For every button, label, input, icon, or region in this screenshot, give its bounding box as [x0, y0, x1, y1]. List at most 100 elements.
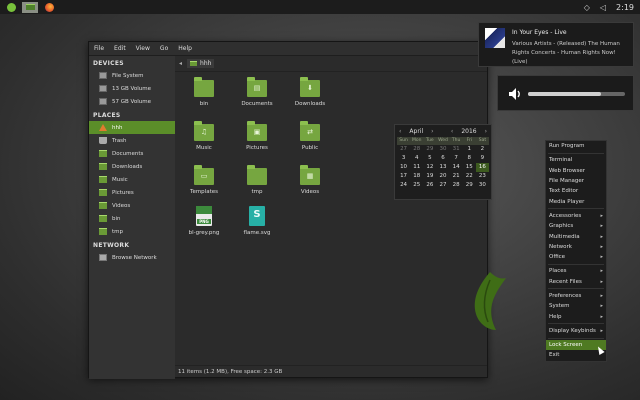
- sidebar-item-trash[interactable]: Trash: [89, 134, 175, 147]
- calendar-day[interactable]: 18: [410, 172, 423, 181]
- menu-view[interactable]: View: [136, 45, 150, 52]
- menu-item-multimedia[interactable]: Multimedia ▸: [546, 231, 606, 241]
- calendar-day[interactable]: 19: [423, 172, 436, 181]
- calendar-day[interactable]: 14: [450, 163, 463, 172]
- calendar-day[interactable]: 29: [463, 181, 476, 190]
- calendar-day[interactable]: 30: [476, 181, 489, 190]
- sidebar-item-bin[interactable]: bin: [89, 212, 175, 225]
- menu-item-network[interactable]: Network ▸: [546, 242, 606, 252]
- menu-item-web-browser[interactable]: Web Browser: [546, 166, 606, 176]
- clock[interactable]: 2:19: [616, 3, 634, 12]
- calendar-day[interactable]: 28: [450, 181, 463, 190]
- calendar-day[interactable]: 26: [423, 181, 436, 190]
- file-item-videos[interactable]: ▦ Videos: [287, 165, 333, 195]
- file-item-tmp[interactable]: tmp: [234, 165, 280, 195]
- next-month-icon[interactable]: ›: [431, 128, 433, 135]
- prev-month-icon[interactable]: ‹: [399, 128, 401, 135]
- file-item-flame-svg[interactable]: Sflame.svg: [234, 206, 280, 236]
- file-manager-launcher[interactable]: [22, 1, 38, 13]
- menu-go[interactable]: Go: [160, 45, 168, 52]
- menu-item-label: Terminal: [549, 157, 573, 164]
- calendar-day[interactable]: 15: [463, 163, 476, 172]
- next-year-icon[interactable]: ›: [485, 128, 487, 135]
- speaker-icon: [509, 88, 520, 100]
- file-item-music[interactable]: ♫ Music: [181, 121, 227, 151]
- calendar-day[interactable]: 25: [410, 181, 423, 190]
- file-item-templates[interactable]: ▭ Templates: [181, 165, 227, 195]
- menu-item-accessories[interactable]: Accessories ▸: [546, 211, 606, 221]
- menu-item-terminal[interactable]: Terminal: [546, 155, 606, 165]
- sidebar-item-pictures[interactable]: Pictures: [89, 186, 175, 199]
- calendar-day[interactable]: 13: [436, 163, 449, 172]
- calendar-day[interactable]: 3: [397, 154, 410, 163]
- calendar-day[interactable]: 24: [397, 181, 410, 190]
- file-item-documents[interactable]: ▤ Documents: [234, 77, 280, 107]
- sidebar-item-browse-network[interactable]: Browse Network: [89, 251, 175, 264]
- sidebar-item-documents[interactable]: Documents: [89, 147, 175, 160]
- calendar-day[interactable]: 6: [436, 154, 449, 163]
- calendar-day[interactable]: 9: [476, 154, 489, 163]
- calendar-day[interactable]: 7: [450, 154, 463, 163]
- menu-item-run-program[interactable]: Run Program: [546, 141, 606, 151]
- calendar-day[interactable]: 28: [410, 145, 423, 154]
- firefox-launcher[interactable]: [42, 2, 56, 13]
- calendar-day[interactable]: 29: [423, 145, 436, 154]
- path-bar: ◂ hhh: [175, 56, 487, 72]
- menu-item-preferences[interactable]: Preferences ▸: [546, 291, 606, 301]
- file-item-bl-grey-png[interactable]: PNG bl-grey.png: [181, 206, 227, 236]
- file-item-pictures[interactable]: ▣ Pictures: [234, 121, 280, 151]
- calendar-day[interactable]: 17: [397, 172, 410, 181]
- menu-edit[interactable]: Edit: [114, 45, 126, 52]
- calendar-day[interactable]: 4: [410, 154, 423, 163]
- calendar-day[interactable]: 30: [436, 145, 449, 154]
- menu-item-graphics[interactable]: Graphics ▸: [546, 221, 606, 231]
- calendar-day[interactable]: 27: [436, 181, 449, 190]
- menu-item-file-manager[interactable]: File Manager: [546, 176, 606, 186]
- now-playing-notification[interactable]: In Your Eyes - Live Various Artists - (R…: [478, 22, 634, 67]
- calendar-day[interactable]: 12: [423, 163, 436, 172]
- volume-slider[interactable]: [528, 92, 625, 96]
- menu-item-places[interactable]: Places ▸: [546, 266, 606, 276]
- sidebar-item-file-system[interactable]: File System: [89, 69, 175, 82]
- calendar-day[interactable]: 31: [450, 145, 463, 154]
- calendar-day[interactable]: 5: [423, 154, 436, 163]
- calendar-day[interactable]: 10: [397, 163, 410, 172]
- menu-item-system[interactable]: System ▸: [546, 301, 606, 311]
- calendar-day[interactable]: 23: [476, 172, 489, 181]
- calendar-day[interactable]: 8: [463, 154, 476, 163]
- volume-tray-icon[interactable]: ◁: [600, 3, 606, 12]
- file-item-bin[interactable]: bin: [181, 77, 227, 107]
- spotify-launcher[interactable]: [4, 2, 18, 13]
- file-item-downloads[interactable]: ⬇ Downloads: [287, 77, 333, 107]
- menu-help[interactable]: Help: [178, 45, 192, 52]
- folder-icon: ▭: [194, 165, 214, 185]
- prev-year-icon[interactable]: ‹: [451, 128, 453, 135]
- calendar-today[interactable]: 16: [475, 163, 489, 172]
- menu-file[interactable]: File: [94, 45, 104, 52]
- sidebar-item-tmp[interactable]: tmp: [89, 225, 175, 238]
- calendar-day[interactable]: 2: [476, 145, 489, 154]
- calendar-day[interactable]: 11: [410, 163, 423, 172]
- calendar-day[interactable]: 1: [463, 145, 476, 154]
- folder-icon: ⇄: [300, 121, 320, 141]
- calendar-day[interactable]: 27: [397, 145, 410, 154]
- menu-item-text-editor[interactable]: Text Editor: [546, 186, 606, 196]
- calendar-day[interactable]: 21: [450, 172, 463, 181]
- file-item-public[interactable]: ⇄ Public: [287, 121, 333, 151]
- breadcrumb[interactable]: hhh: [187, 59, 215, 68]
- menu-item-help[interactable]: Help ▸: [546, 311, 606, 321]
- sidebar-item-music[interactable]: Music: [89, 173, 175, 186]
- menu-item-recent-files[interactable]: Recent Files ▸: [546, 277, 606, 287]
- sidebar-item-57-gb-volume[interactable]: 57 GB Volume: [89, 95, 175, 108]
- network-icon[interactable]: ◇: [584, 3, 590, 12]
- calendar-day[interactable]: 20: [436, 172, 449, 181]
- sidebar-item-videos[interactable]: Videos: [89, 199, 175, 212]
- back-arrow-icon[interactable]: ◂: [179, 60, 182, 67]
- sidebar-item-hhh[interactable]: hhh: [89, 121, 175, 134]
- menu-item-media-player[interactable]: Media Player: [546, 196, 606, 206]
- calendar-day[interactable]: 22: [463, 172, 476, 181]
- menu-item-display-keybinds[interactable]: Display Keybinds ▸: [546, 326, 606, 336]
- sidebar-item-downloads[interactable]: Downloads: [89, 160, 175, 173]
- menu-item-office[interactable]: Office ▸: [546, 252, 606, 262]
- sidebar-item-13-gb-volume[interactable]: 13 GB Volume: [89, 82, 175, 95]
